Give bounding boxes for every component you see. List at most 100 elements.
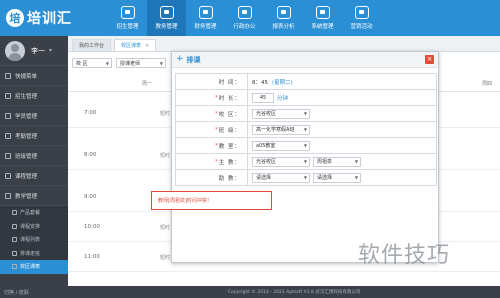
sidebar-item-teaching[interactable]: 教学管理 xyxy=(0,186,68,206)
schedule-icon xyxy=(12,250,17,256)
sidebar-item-classes[interactable]: 班级管理 xyxy=(0,146,68,166)
day-header: 周一 xyxy=(142,81,153,87)
field-label: 主 教： xyxy=(218,159,241,166)
calendar-icon xyxy=(12,223,17,229)
teacher-campus-select[interactable]: 光谷校区 ▼ xyxy=(252,156,310,167)
form-row-assistant: 助 教： 请选择 ▼ 请选择 ▼ xyxy=(176,170,437,186)
user-plus-icon xyxy=(120,6,135,19)
avatar xyxy=(5,40,25,61)
tab-bar: 我的工作台 校区课表 × xyxy=(68,36,500,52)
assistant-campus-select[interactable]: 请选择 ▼ xyxy=(252,172,310,183)
duration-unit: 分钟 xyxy=(277,95,289,102)
watermark: 软件技巧 xyxy=(358,243,451,268)
course-icon xyxy=(5,172,11,179)
form-row-campus: * 校 区： 光谷校区 ▼ xyxy=(176,106,437,122)
chevron-down-icon: ▼ xyxy=(105,60,109,66)
field-label: 教 室： xyxy=(218,143,241,150)
users-icon xyxy=(5,112,11,119)
sidebar-item-shortcuts[interactable]: 快捷菜单 xyxy=(0,66,68,86)
app-name: 培训汇 xyxy=(27,11,72,27)
plus-icon: + xyxy=(176,54,184,64)
nav-academic[interactable]: 教务管理 xyxy=(147,0,186,36)
form-row-class: * 班 级： 高一化学寒假A班 ▼ xyxy=(176,122,437,138)
form-row-teacher: * 主 教： 光谷校区 ▼ 周祖泉 ▼ xyxy=(176,154,437,170)
nav-enrollment[interactable]: 招生管理 xyxy=(108,0,147,36)
conflict-error-message: 教师[周祖泉]时间冲突！ xyxy=(151,191,272,210)
chevron-down-icon: ▼ xyxy=(303,127,307,132)
form-row-classroom: * 教 室： a05教室 ▼ xyxy=(176,138,437,154)
nav-reports[interactable]: 报表分析 xyxy=(264,0,303,36)
sidebar-item-enrollment[interactable]: 招生管理 xyxy=(0,86,68,106)
schedule-dialog: + 排课 × 时 间： 8：45 (星期二) * 时 长： 45 分钟 * 校 区：… xyxy=(171,51,439,263)
package-icon xyxy=(12,210,17,216)
field-label: 校 区： xyxy=(218,111,241,118)
top-nav: 招生管理 教务管理 财务管理 行政办公 报表分析 系统管理 营销活动 xyxy=(108,0,381,36)
chart-icon xyxy=(276,6,291,19)
nav-office[interactable]: 行政办公 xyxy=(225,0,264,36)
field-label: 时 长： xyxy=(218,95,241,102)
class-select[interactable]: 高一化学寒假A班 ▼ xyxy=(252,124,310,135)
star-icon xyxy=(5,72,11,79)
assistant-select[interactable]: 请选择 ▼ xyxy=(313,172,361,183)
time-slot[interactable]: 短时 xyxy=(160,224,170,231)
chevron-down-icon: ▼ xyxy=(303,175,307,180)
tab-campus-timetable[interactable]: 校区课表 × xyxy=(114,39,157,51)
classroom-select[interactable]: a05教室 ▼ xyxy=(252,140,310,151)
skin-switch[interactable]: 切换 / 皮肤 xyxy=(4,289,29,296)
book-icon xyxy=(159,6,174,19)
teacher-filter[interactable]: 授课老师 ▼ xyxy=(116,58,166,68)
copyright-text: Copyright © 2014 - 2021 Aptsoft V3.8 武汉汇… xyxy=(228,290,361,295)
sidebar-item-students[interactable]: 学员管理 xyxy=(0,106,68,126)
user-plus-icon xyxy=(5,92,11,99)
logo-icon: 培 xyxy=(6,9,24,27)
duration-input[interactable]: 45 xyxy=(252,92,274,103)
timetable-icon xyxy=(12,264,17,270)
field-label: 时 间： xyxy=(176,74,248,89)
top-bar: 培 培训汇 招生管理 教务管理 财务管理 行政办公 报表分析 系统管理 营销活动 xyxy=(0,0,500,36)
sidebar-sub-scheduling[interactable]: 排课走班 xyxy=(0,246,68,260)
time-slot[interactable]: 短时 xyxy=(160,254,170,261)
close-icon[interactable]: × xyxy=(425,55,434,64)
campus-select[interactable]: 光谷校区 ▼ xyxy=(252,108,310,119)
time-start: 8：45 xyxy=(252,79,268,86)
chevron-down-icon: ▼ xyxy=(303,159,307,164)
field-label: 班 级： xyxy=(218,127,241,134)
form-row-time: 时 间： 8：45 (星期二) xyxy=(176,74,437,90)
teach-icon xyxy=(5,192,11,199)
check-icon xyxy=(5,132,11,139)
time-weekday: (星期二) xyxy=(272,79,293,86)
status-bar: 切换 / 皮肤 Copyright © 2014 - 2021 Aptsoft … xyxy=(0,286,500,298)
sidebar-sub-campus-timetable[interactable]: 校区课表 xyxy=(0,260,68,274)
day-header: 周四 xyxy=(482,81,493,87)
chevron-down-icon: ▼ xyxy=(354,159,358,164)
tab-workbench[interactable]: 我的工作台 xyxy=(72,39,112,51)
nav-finance[interactable]: 财务管理 xyxy=(186,0,225,36)
form-row-duration: * 时 长： 45 分钟 xyxy=(176,90,437,106)
nav-marketing[interactable]: 营销活动 xyxy=(342,0,381,36)
time-slot[interactable]: 短时 xyxy=(160,110,170,117)
sidebar: 李一 ▾ 快捷菜单 招生管理 学员管理 考勤管理 班级管理 课程管理 教学管理 … xyxy=(0,36,68,286)
nav-system[interactable]: 系统管理 xyxy=(303,0,342,36)
chevron-down-icon: ▼ xyxy=(303,111,307,116)
sidebar-item-attendance[interactable]: 考勤管理 xyxy=(0,126,68,146)
class-icon xyxy=(5,152,11,159)
list-icon xyxy=(12,237,17,243)
time-slot[interactable]: 短时 xyxy=(160,152,170,159)
money-bag-icon xyxy=(198,6,213,19)
close-icon[interactable]: × xyxy=(145,43,149,49)
chevron-down-icon: ▼ xyxy=(354,175,358,180)
teacher-select[interactable]: 周祖泉 ▼ xyxy=(313,156,361,167)
app-logo[interactable]: 培 培训汇 xyxy=(6,7,72,29)
user-panel[interactable]: 李一 ▾ xyxy=(0,36,68,66)
field-label: 助 教： xyxy=(176,170,248,185)
sidebar-sub-course-plan[interactable]: 课程安排 xyxy=(0,219,68,233)
dialog-header: + 排课 × xyxy=(172,52,438,68)
sidebar-sub-course-list[interactable]: 课程列表 xyxy=(0,233,68,247)
briefcase-icon xyxy=(237,6,252,19)
chevron-down-icon: ▼ xyxy=(159,60,163,66)
campus-filter[interactable]: 校 区 ▼ xyxy=(72,58,112,68)
sidebar-item-courses[interactable]: 课程管理 xyxy=(0,166,68,186)
dialog-title: 排课 xyxy=(186,55,201,64)
sidebar-sub-packages[interactable]: 产品套餐 xyxy=(0,206,68,220)
gear-icon xyxy=(315,6,330,19)
